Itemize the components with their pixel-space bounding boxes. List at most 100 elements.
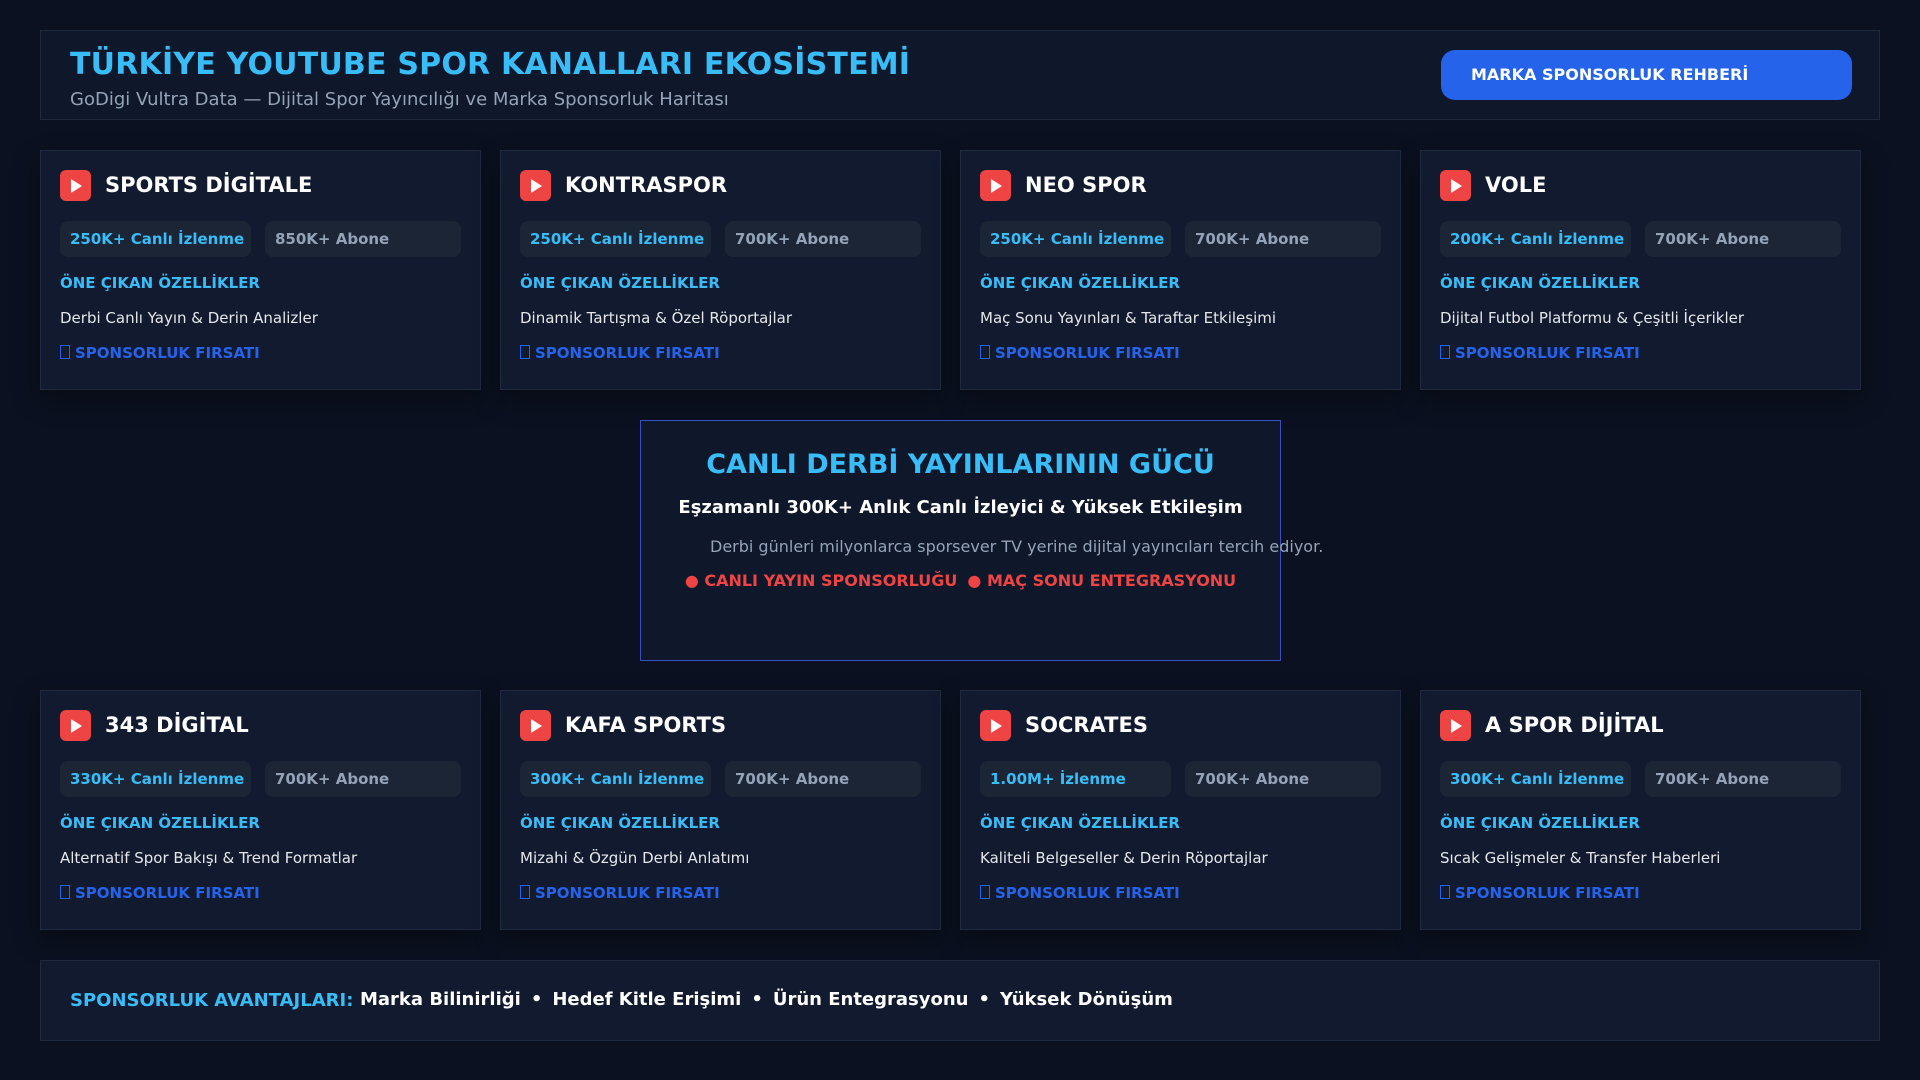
youtube-icon bbox=[980, 170, 1011, 201]
feature-text: Dijital Futbol Platformu & Çeşitli İçeri… bbox=[1440, 309, 1745, 327]
feature-text: Dinamik Tartışma & Özel Röportajlar bbox=[520, 309, 792, 327]
sponsorship-label: SPONSORLUK FIRSATI bbox=[1455, 884, 1640, 902]
features-heading: ÖNE ÇIKAN ÖZELLİKLER bbox=[1440, 274, 1640, 292]
feature-text: Derbi Canlı Yayın & Derin Analizler bbox=[60, 309, 318, 327]
sponsorship-label: SPONSORLUK FIRSATI bbox=[75, 884, 260, 902]
channel-card[interactable]: SPORTS DİGİTALE 250K+ Canlı İzlenme 850K… bbox=[40, 150, 481, 390]
youtube-icon bbox=[60, 710, 91, 741]
features-heading: ÖNE ÇIKAN ÖZELLİKLER bbox=[980, 274, 1180, 292]
tag-icon bbox=[1440, 885, 1450, 899]
live-views-badge: 300K+ Canlı İzlenme bbox=[520, 761, 711, 797]
features-heading: ÖNE ÇIKAN ÖZELLİKLER bbox=[980, 814, 1180, 832]
subscribers-badge: 700K+ Abone bbox=[265, 761, 461, 797]
tag-icon bbox=[1440, 345, 1450, 359]
live-sponsorship-bullet: ● CANLI YAYIN SPONSORLUĞU bbox=[684, 571, 958, 590]
benefit-item: Ürün Entegrasyonu bbox=[772, 989, 969, 1010]
tag-icon bbox=[60, 345, 70, 359]
live-views-badge: 300K+ Canlı İzlenme bbox=[1440, 761, 1631, 797]
youtube-icon bbox=[1440, 170, 1471, 201]
live-views-badge: 1.00M+ İzlenme bbox=[980, 761, 1171, 797]
channel-name: SOCRATES bbox=[1025, 713, 1148, 737]
highlight-subtitle: Eşzamanlı 300K+ Anlık Canlı İzleyici & Y… bbox=[678, 497, 1243, 518]
subscribers-badge: 700K+ Abone bbox=[1185, 761, 1381, 797]
channel-card[interactable]: KAFA SPORTS 300K+ Canlı İzlenme 700K+ Ab… bbox=[500, 690, 941, 930]
channel-card[interactable]: NEO SPOR 250K+ Canlı İzlenme 700K+ Abone… bbox=[960, 150, 1401, 390]
feature-text: Maç Sonu Yayınları & Taraftar Etkileşimi bbox=[980, 309, 1277, 327]
channel-name: NEO SPOR bbox=[1025, 173, 1147, 197]
tag-icon bbox=[520, 885, 530, 899]
sponsorship-label: SPONSORLUK FIRSATI bbox=[995, 884, 1180, 902]
sponsorship-label: SPONSORLUK FIRSATI bbox=[535, 884, 720, 902]
feature-text: Sıcak Gelişmeler & Transfer Haberleri bbox=[1440, 849, 1721, 867]
live-views-badge: 200K+ Canlı İzlenme bbox=[1440, 221, 1631, 257]
features-heading: ÖNE ÇIKAN ÖZELLİKLER bbox=[60, 814, 260, 832]
live-views-badge: 330K+ Canlı İzlenme bbox=[60, 761, 251, 797]
highlight-description: Derbi günleri milyonlarca sporsever TV y… bbox=[710, 537, 1324, 556]
subscribers-badge: 700K+ Abone bbox=[1645, 761, 1841, 797]
channel-name: KONTRASPOR bbox=[565, 173, 728, 197]
channel-name: SPORTS DİGİTALE bbox=[105, 173, 313, 197]
sponsorship-link[interactable]: SPONSORLUK FIRSATI bbox=[980, 344, 1180, 362]
derby-highlight-panel: CANLI DERBİ YAYINLARININ GÜCÜ Eşzamanlı … bbox=[640, 420, 1323, 661]
tag-icon bbox=[980, 345, 990, 359]
tag-icon bbox=[980, 885, 990, 899]
page-title: TÜRKİYE YOUTUBE SPOR KANALLARI EKOSİSTEM… bbox=[70, 47, 911, 82]
benefits-list: Marka Bilinirliği • Hedef Kitle Erişimi • Ür… bbox=[360, 989, 1173, 1010]
features-heading: ÖNE ÇIKAN ÖZELLİKLER bbox=[520, 814, 720, 832]
sponsorship-label: SPONSORLUK FIRSATI bbox=[1455, 344, 1640, 362]
sponsorship-guide-button[interactable]: MARKA SPONSORLUK REHBERİ bbox=[1441, 50, 1852, 100]
sponsorship-benefits-bar: SPONSORLUK AVANTAJLARI: Marka Bilinirliğ… bbox=[40, 960, 1880, 1041]
youtube-icon bbox=[520, 170, 551, 201]
sponsorship-link[interactable]: SPONSORLUK FIRSATI bbox=[520, 884, 720, 902]
youtube-icon bbox=[1440, 710, 1471, 741]
feature-text: Kaliteli Belgeseller & Derin Röportajlar bbox=[980, 849, 1268, 867]
separator: • bbox=[978, 989, 991, 1010]
channel-name: KAFA SPORTS bbox=[565, 713, 727, 737]
benefit-item: Yüksek Dönüşüm bbox=[1000, 989, 1173, 1010]
channel-card[interactable]: 343 DİGİTAL 330K+ Canlı İzlenme 700K+ Ab… bbox=[40, 690, 481, 930]
benefit-item: Marka Bilinirliği bbox=[360, 989, 521, 1010]
highlight-title: CANLI DERBİ YAYINLARININ GÜCÜ bbox=[706, 449, 1215, 480]
subscribers-badge: 700K+ Abone bbox=[725, 761, 921, 797]
subscribers-badge: 700K+ Abone bbox=[1185, 221, 1381, 257]
feature-text: Alternatif Spor Bakışı & Trend Formatlar bbox=[60, 849, 358, 867]
subscribers-badge: 700K+ Abone bbox=[725, 221, 921, 257]
features-heading: ÖNE ÇIKAN ÖZELLİKLER bbox=[520, 274, 720, 292]
channel-name: A SPOR DİJİTAL bbox=[1485, 713, 1664, 737]
tag-icon bbox=[60, 885, 70, 899]
channel-name: VOLE bbox=[1485, 173, 1547, 197]
subscribers-badge: 850K+ Abone bbox=[265, 221, 461, 257]
feature-text: Mizahi & Özgün Derbi Anlatımı bbox=[520, 849, 750, 867]
channel-card[interactable]: SOCRATES 1.00M+ İzlenme 700K+ Abone ÖNE … bbox=[960, 690, 1401, 930]
youtube-icon bbox=[520, 710, 551, 741]
channel-card[interactable]: VOLE 200K+ Canlı İzlenme 700K+ Abone ÖNE… bbox=[1420, 150, 1861, 390]
sponsorship-link[interactable]: SPONSORLUK FIRSATI bbox=[520, 344, 720, 362]
separator: • bbox=[530, 989, 543, 1010]
tag-icon bbox=[520, 345, 530, 359]
features-heading: ÖNE ÇIKAN ÖZELLİKLER bbox=[1440, 814, 1640, 832]
channel-name: 343 DİGİTAL bbox=[105, 713, 249, 737]
live-views-badge: 250K+ Canlı İzlenme bbox=[520, 221, 711, 257]
benefit-item: Hedef Kitle Erişimi bbox=[552, 989, 742, 1010]
benefits-label: SPONSORLUK AVANTAJLARI: bbox=[70, 990, 354, 1011]
separator: • bbox=[751, 989, 763, 1010]
sponsorship-label: SPONSORLUK FIRSATI bbox=[75, 344, 260, 362]
sponsorship-link[interactable]: SPONSORLUK FIRSATI bbox=[980, 884, 1180, 902]
sponsorship-link[interactable]: SPONSORLUK FIRSATI bbox=[1440, 344, 1640, 362]
features-heading: ÖNE ÇIKAN ÖZELLİKLER bbox=[60, 274, 260, 292]
youtube-icon bbox=[60, 170, 91, 201]
sponsorship-label: SPONSORLUK FIRSATI bbox=[535, 344, 720, 362]
sponsorship-link[interactable]: SPONSORLUK FIRSATI bbox=[1440, 884, 1640, 902]
live-views-badge: 250K+ Canlı İzlenme bbox=[60, 221, 251, 257]
sponsorship-link[interactable]: SPONSORLUK FIRSATI bbox=[60, 344, 260, 362]
sponsorship-link[interactable]: SPONSORLUK FIRSATI bbox=[60, 884, 260, 902]
highlight-bullets: ● CANLI YAYIN SPONSORLUĞU ● MAÇ SONU ENTE… bbox=[641, 571, 1280, 590]
post-match-integration-bullet: ● MAÇ SONU ENTEGRASYONU bbox=[967, 571, 1237, 590]
channel-card[interactable]: KONTRASPOR 250K+ Canlı İzlenme 700K+ Abo… bbox=[500, 150, 941, 390]
youtube-icon bbox=[980, 710, 1011, 741]
subscribers-badge: 700K+ Abone bbox=[1645, 221, 1841, 257]
page-header: TÜRKİYE YOUTUBE SPOR KANALLARI EKOSİSTEM… bbox=[40, 30, 1880, 120]
live-views-badge: 250K+ Canlı İzlenme bbox=[980, 221, 1171, 257]
page-subtitle: GoDigi Vultra Data — Dijital Spor Yayınc… bbox=[70, 89, 729, 110]
channel-card[interactable]: A SPOR DİJİTAL 300K+ Canlı İzlenme 700K+… bbox=[1420, 690, 1861, 930]
